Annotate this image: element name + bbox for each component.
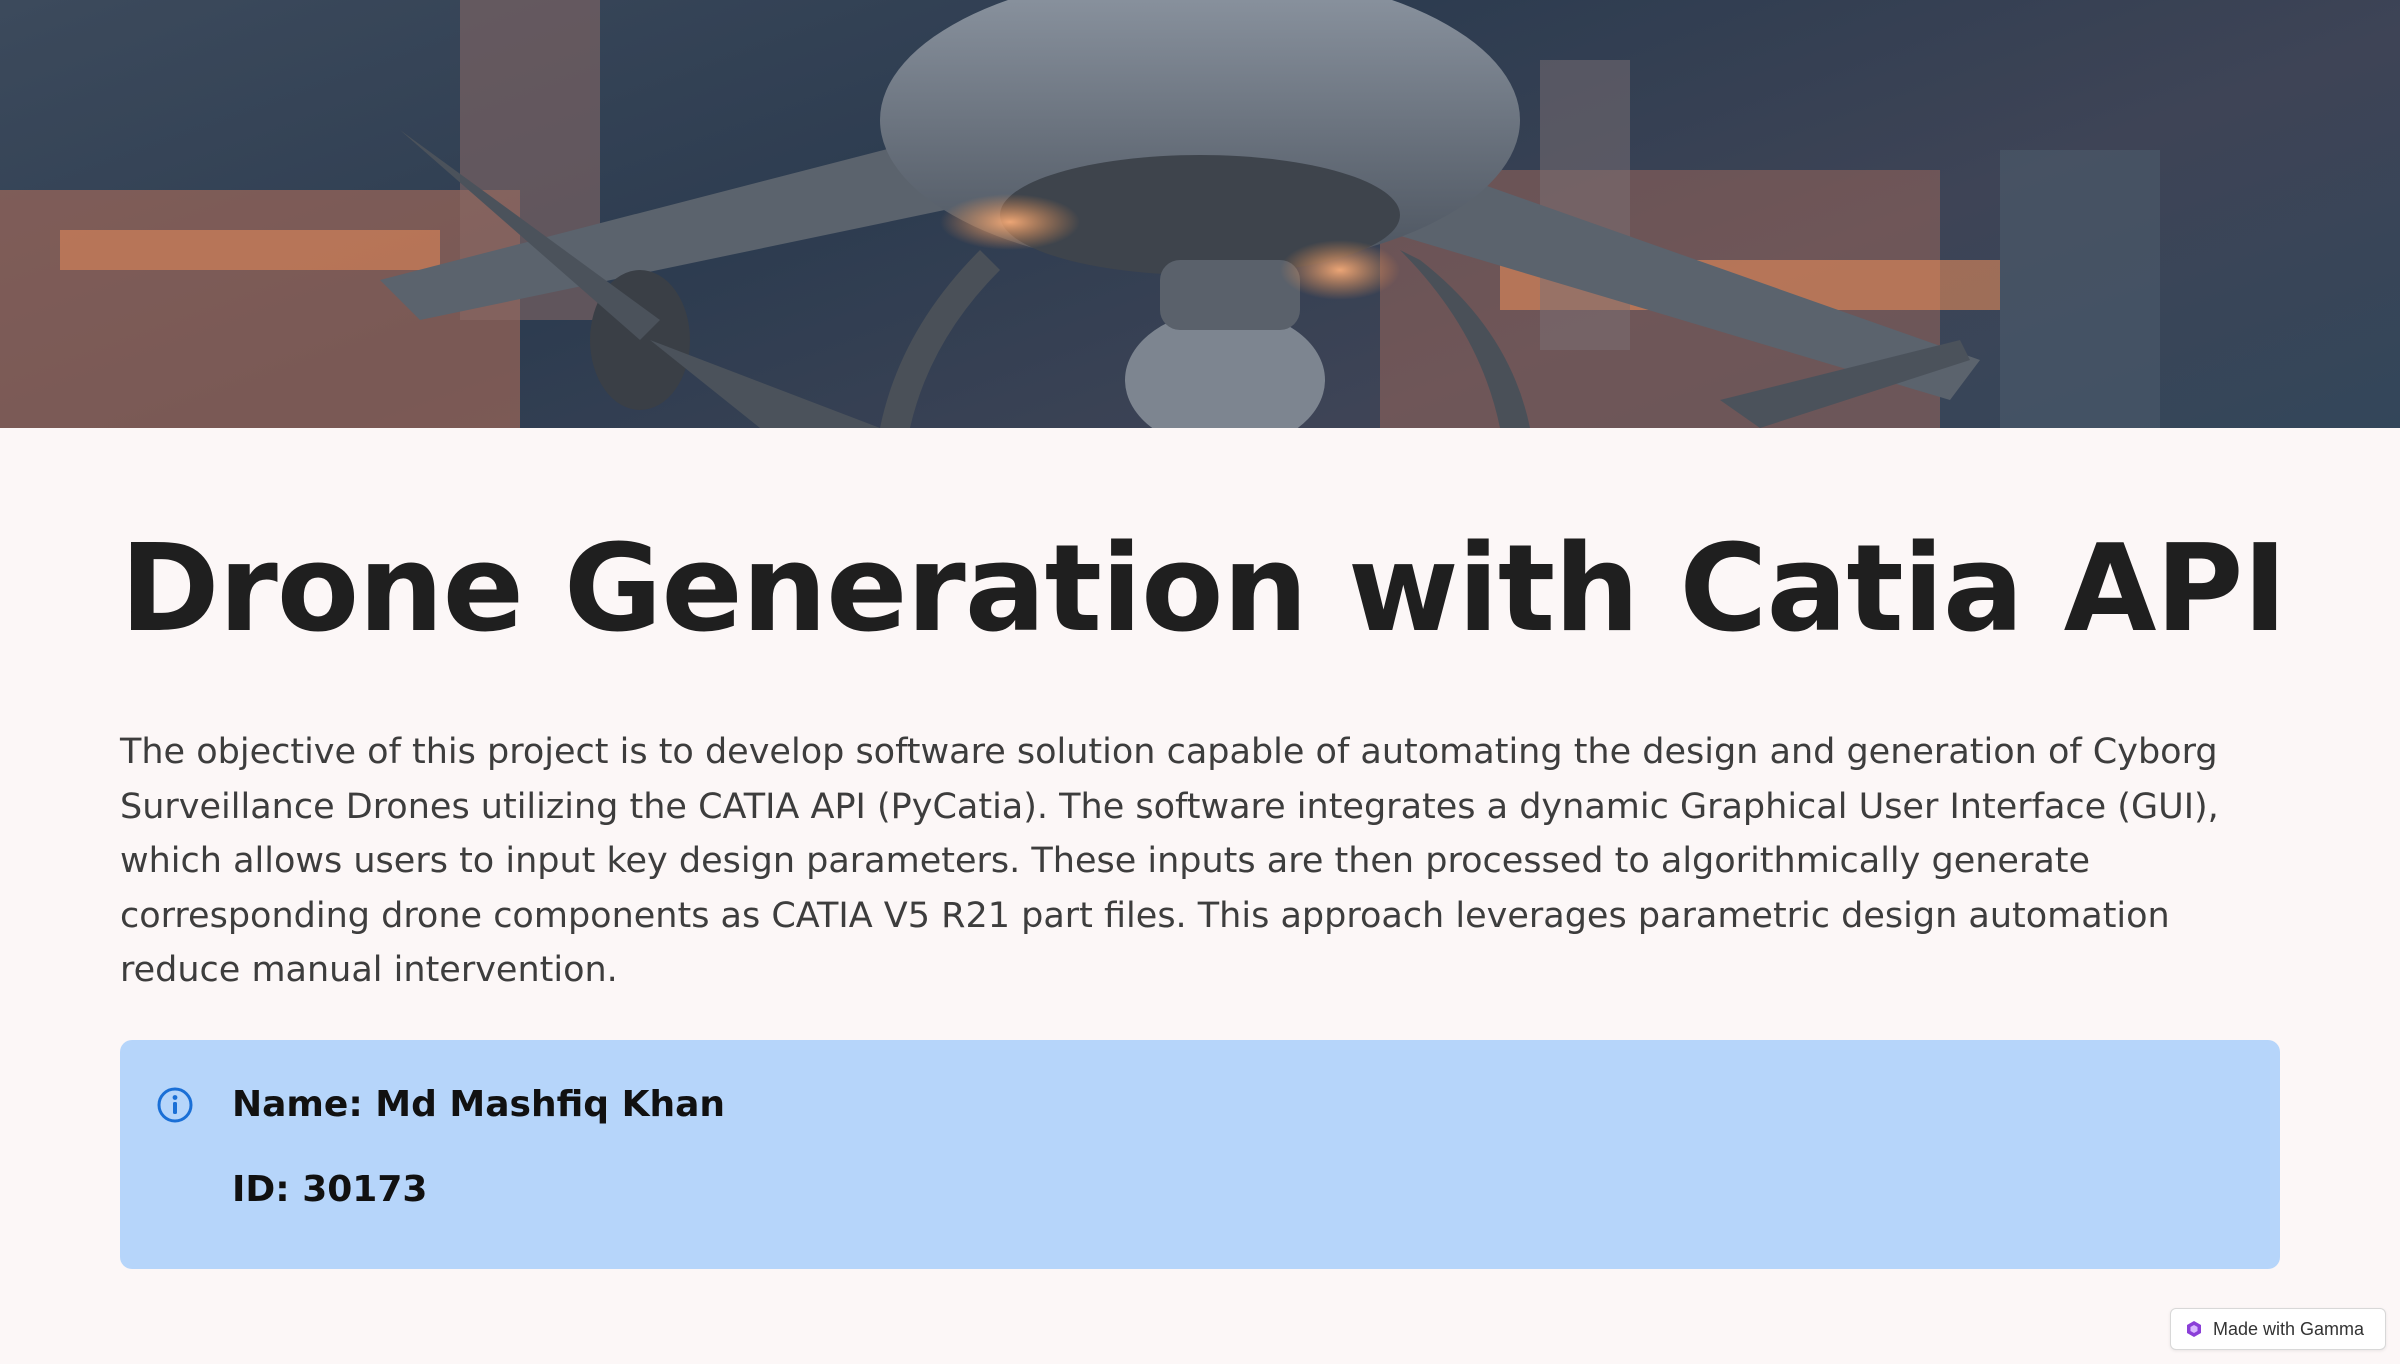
drone-illustration [0, 0, 2160, 428]
project-description: The objective of this project is to deve… [120, 732, 2219, 990]
badge-label: Made with Gamma [2213, 1318, 2365, 1339]
info-callout: Name: Md Mashfiq Khan ID: 30173 [120, 1040, 2280, 1269]
author-id: ID: 30173 [232, 1169, 428, 1210]
info-icon [157, 1087, 193, 1123]
author-name: Name: Md Mashfiq Khan [232, 1084, 726, 1125]
page-title: Drone Generation with Catia API [120, 520, 2287, 659]
gamma-logo-icon [2187, 1321, 2201, 1337]
hero-image [0, 0, 2400, 428]
made-with-gamma-badge[interactable]: Made with Gamma [2170, 1308, 2386, 1350]
